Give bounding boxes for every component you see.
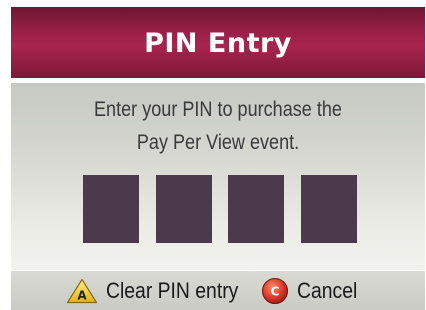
clear-pin-label: Clear PIN entry [106, 278, 239, 303]
cancel-label: Cancel [297, 278, 358, 303]
a-button-letter: A [77, 289, 87, 303]
pin-digit-4[interactable] [300, 175, 357, 243]
pin-prompt-line-1: Enter your PIN to purchase the [94, 98, 342, 121]
c-button-icon: C [261, 277, 289, 305]
dialog-title: PIN Entry [144, 28, 292, 59]
title-bar: PIN Entry [11, 7, 425, 78]
pin-entry-dialog: PIN Entry Enter your PIN to purchase the… [11, 7, 425, 310]
a-button-icon: A [66, 278, 98, 304]
pin-digit-1[interactable] [83, 175, 139, 243]
pin-digit-2[interactable] [155, 175, 212, 243]
pin-prompt: Enter your PIN to purchase the Pay Per V… [11, 93, 425, 159]
cancel-button[interactable]: C Cancel [261, 277, 365, 305]
pin-entry-panel: Enter your PIN to purchase the Pay Per V… [11, 83, 425, 270]
clear-pin-button[interactable]: A Clear PIN entry [66, 277, 256, 305]
pin-prompt-line-2: Pay Per View event. [136, 131, 300, 154]
c-button-letter: C [271, 285, 280, 299]
pin-digit-3[interactable] [228, 175, 285, 243]
pin-input-group[interactable] [83, 175, 357, 243]
footer-bar: A Clear PIN entry C Cancel [11, 271, 425, 310]
